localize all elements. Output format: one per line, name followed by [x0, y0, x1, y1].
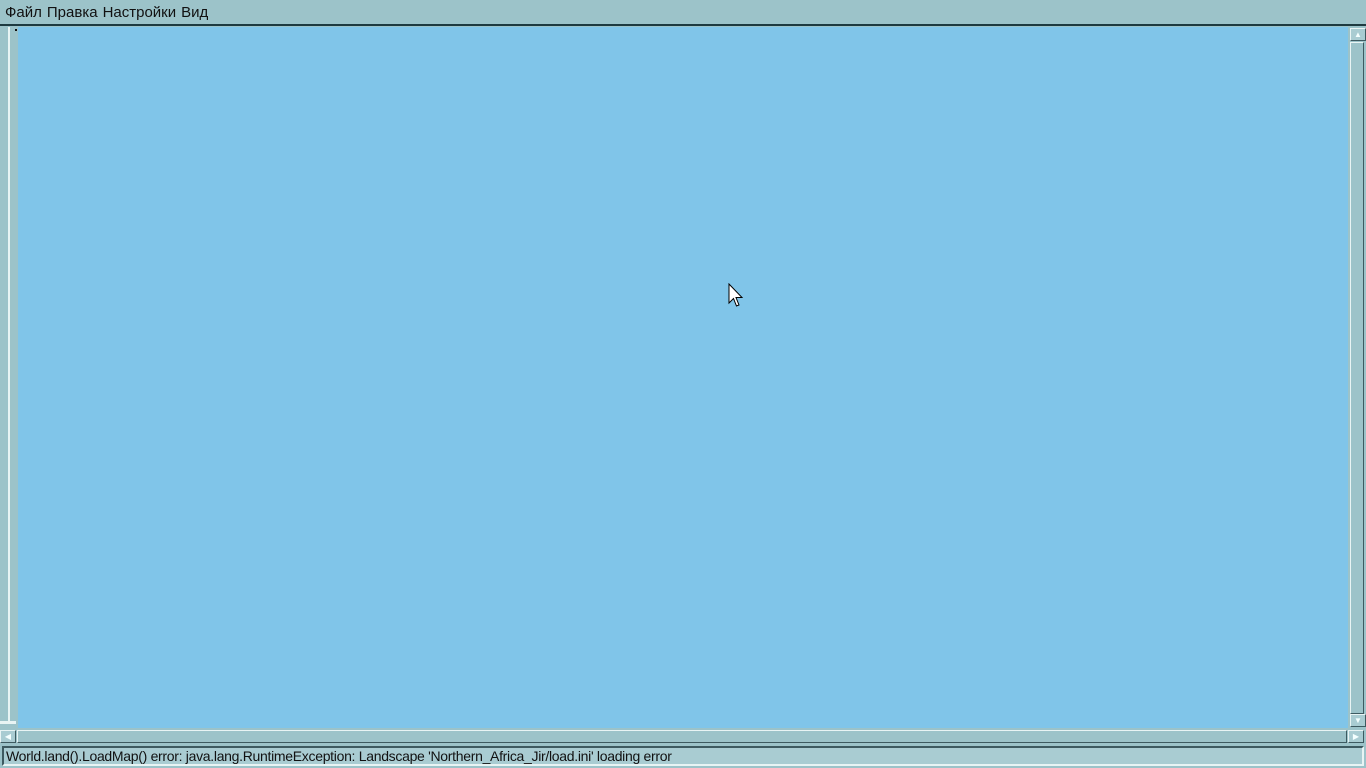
- menu-edit[interactable]: Правка: [47, 4, 98, 21]
- menu-view[interactable]: Вид: [181, 4, 208, 21]
- scroll-down-arrow-icon[interactable]: ▼: [1350, 714, 1366, 727]
- map-canvas[interactable]: [18, 27, 1348, 728]
- scroll-left-arrow-icon[interactable]: ◀: [0, 730, 16, 743]
- horizontal-scroll-thumb[interactable]: [17, 730, 1347, 743]
- divider: [8, 27, 10, 722]
- scroll-right-arrow-icon[interactable]: ▶: [1348, 730, 1364, 743]
- menu-file[interactable]: Файл: [5, 4, 42, 21]
- horizontal-scrollbar[interactable]: ◀ ▶: [0, 729, 1366, 744]
- scroll-up-arrow-icon[interactable]: ▲: [1350, 28, 1366, 41]
- status-bar: World.land().LoadMap() error: java.lang.…: [2, 746, 1364, 766]
- divider: [0, 721, 16, 724]
- vertical-scrollbar[interactable]: ▲ ▼: [1348, 27, 1366, 728]
- left-scrollbar[interactable]: [0, 27, 18, 728]
- menu-bar: Файл Правка Настройки Вид: [0, 0, 1366, 26]
- vertical-scroll-thumb[interactable]: [1350, 42, 1364, 714]
- marker: [15, 29, 17, 31]
- menu-settings[interactable]: Настройки: [103, 4, 177, 21]
- mouse-cursor-icon: [728, 283, 744, 307]
